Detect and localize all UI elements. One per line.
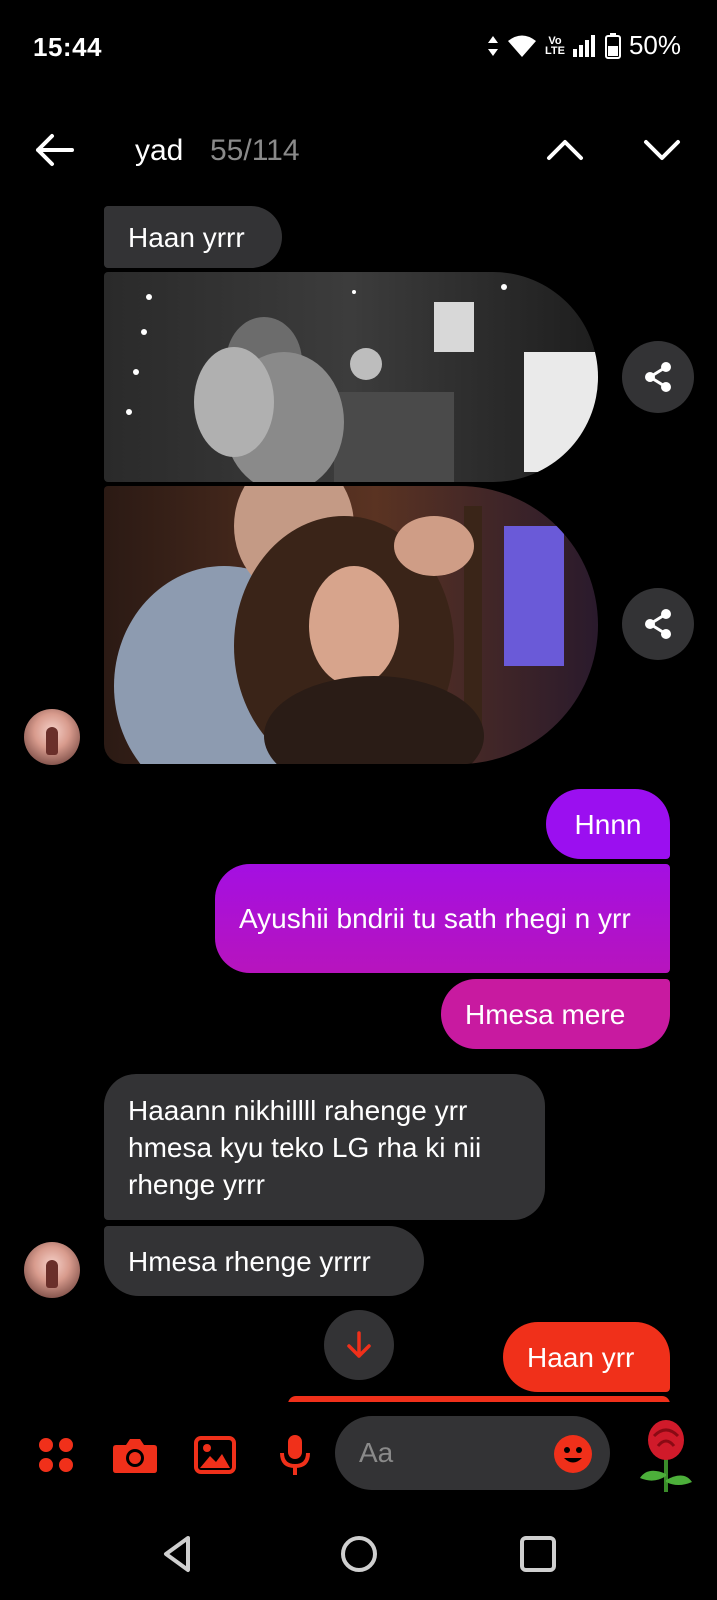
battery-percent: 50%: [628, 30, 681, 60]
contact-avatar[interactable]: [24, 709, 80, 765]
gallery-button[interactable]: [192, 1432, 238, 1478]
status-bar: 15:44 Vo LTE 50%: [0, 0, 717, 96]
avatar-figure: [46, 727, 58, 755]
recents-square-icon[interactable]: [514, 1530, 562, 1578]
message-bubble-outgoing[interactable]: Haan yrr: [503, 1322, 670, 1392]
share-button[interactable]: [622, 588, 694, 660]
message-text: Hnnn: [574, 808, 642, 840]
message-bubble-outgoing[interactable]: Hnnn: [546, 789, 670, 859]
data-arrows-icon: [487, 35, 498, 56]
status-icons: Vo LTE 50%: [487, 30, 681, 61]
volte-icon: Vo LTE: [544, 34, 565, 57]
search-query: yad: [135, 134, 184, 167]
menu-button[interactable]: [33, 1432, 79, 1478]
message-text: Hmesa rhenge yrrrr: [128, 1245, 371, 1277]
share-icon: [645, 609, 671, 639]
message-text: Haaann nikhillll rahenge yrr hmesa kyu t…: [128, 1094, 482, 1200]
avatar-figure: [46, 1260, 58, 1288]
message-text: Hmesa mere: [465, 998, 626, 1030]
message-bubble-outgoing[interactable]: Hmesa mere: [441, 979, 670, 1049]
signal-icon: [572, 34, 595, 57]
chevron-down-icon[interactable]: [640, 132, 684, 168]
chevron-up-icon[interactable]: [543, 132, 587, 168]
message-bubble-incoming[interactable]: Haaann nikhillll rahenge yrr hmesa kyu t…: [104, 1074, 545, 1220]
voice-button[interactable]: [272, 1432, 318, 1478]
grid-dots-icon: [39, 1438, 73, 1472]
emoji-icon[interactable]: [553, 1434, 593, 1474]
gif-message[interactable]: [104, 486, 598, 764]
composer-bar: [0, 1402, 717, 1512]
search-header: yad 55/114: [0, 110, 717, 190]
camera-button[interactable]: [112, 1432, 158, 1478]
image-icon: [194, 1436, 236, 1474]
share-icon: [645, 362, 671, 392]
system-navigation-bar: [0, 1512, 717, 1600]
scroll-to-bottom-button[interactable]: [324, 1310, 394, 1380]
microphone-icon: [280, 1435, 310, 1475]
message-bubble-incoming[interactable]: Hmesa rhenge yrrrr: [104, 1226, 424, 1296]
message-text: Haan yrr: [527, 1341, 635, 1373]
battery-icon: [604, 32, 621, 59]
back-arrow-icon[interactable]: [32, 132, 76, 168]
gif-image: [104, 272, 598, 482]
camera-icon: [113, 1439, 157, 1473]
message-text: Haan yrrr: [128, 221, 245, 253]
arrow-down-icon: [347, 1331, 371, 1358]
contact-avatar[interactable]: [24, 1242, 80, 1298]
message-text: Ayushii bndrii tu sath rhegi n yrr: [239, 903, 631, 934]
message-bubble-outgoing[interactable]: Ayushii bndrii tu sath rhegi n yrr: [215, 864, 670, 973]
message-bubble-incoming[interactable]: Haan yrrr: [104, 206, 282, 268]
gif-image: [104, 486, 598, 764]
gif-message[interactable]: [104, 272, 598, 482]
status-time: 15:44: [33, 32, 102, 62]
back-triangle-icon[interactable]: [154, 1530, 202, 1578]
wifi-icon: [507, 35, 536, 57]
match-count: 55/114: [210, 134, 300, 167]
share-button[interactable]: [622, 341, 694, 413]
rose-icon[interactable]: [634, 1418, 698, 1494]
home-circle-icon[interactable]: [335, 1530, 383, 1578]
